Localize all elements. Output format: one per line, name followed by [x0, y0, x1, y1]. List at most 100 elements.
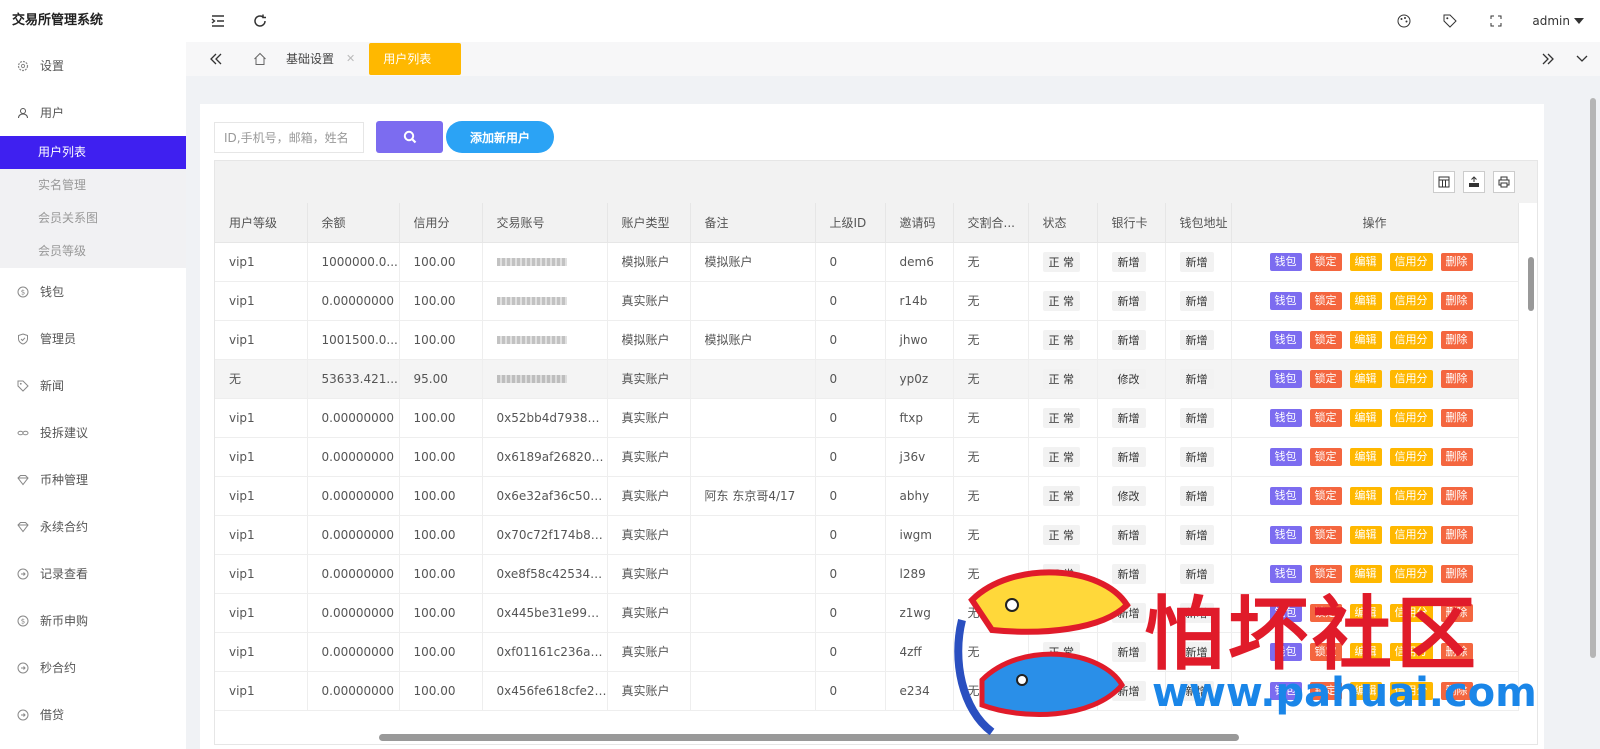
credit-action-button[interactable]: 信用分	[1389, 642, 1433, 661]
edit-action-button[interactable]: 编辑	[1349, 252, 1382, 271]
tab-basic-settings[interactable]: 基础设置 ✕	[272, 43, 369, 75]
wallet-chip[interactable]: 新增	[1179, 524, 1214, 545]
bank-chip[interactable]: 新增	[1111, 290, 1146, 311]
edit-action-button[interactable]: 编辑	[1349, 291, 1382, 310]
edit-action-button[interactable]: 编辑	[1349, 330, 1382, 349]
bank-chip[interactable]: 新增	[1111, 446, 1146, 467]
delete-action-button[interactable]: 删除	[1440, 408, 1473, 427]
delete-action-button[interactable]: 删除	[1440, 564, 1473, 583]
credit-action-button[interactable]: 信用分	[1389, 369, 1433, 388]
tabs-scroll-right-icon[interactable]	[1540, 51, 1556, 67]
delete-action-button[interactable]: 删除	[1440, 642, 1473, 661]
wallet-chip[interactable]: 新增	[1179, 251, 1214, 272]
delete-action-button[interactable]: 删除	[1440, 603, 1473, 622]
wallet-chip[interactable]: 新增	[1179, 329, 1214, 350]
credit-action-button[interactable]: 信用分	[1389, 291, 1433, 310]
wallet-chip[interactable]: 新增	[1179, 680, 1214, 701]
bank-chip[interactable]: 新增	[1111, 563, 1146, 584]
wallet-action-button[interactable]: 钱包	[1269, 564, 1302, 583]
credit-action-button[interactable]: 信用分	[1389, 564, 1433, 583]
edit-action-button[interactable]: 编辑	[1349, 408, 1382, 427]
admin-menu[interactable]: admin	[1532, 14, 1584, 28]
tabs-scroll-left-icon[interactable]	[208, 51, 224, 67]
wallet-action-button[interactable]: 钱包	[1269, 603, 1302, 622]
column-header[interactable]: 银行卡	[1097, 203, 1166, 243]
wallet-action-button[interactable]: 钱包	[1269, 330, 1302, 349]
delete-action-button[interactable]: 删除	[1440, 681, 1473, 700]
lock-action-button[interactable]: 锁定	[1309, 291, 1342, 310]
sidebar-item-currency[interactable]: 币种管理	[0, 456, 186, 503]
delete-action-button[interactable]: 删除	[1440, 369, 1473, 388]
delete-action-button[interactable]: 删除	[1440, 252, 1473, 271]
column-header[interactable]: 备注	[690, 203, 816, 243]
tag-icon[interactable]	[1442, 13, 1458, 29]
credit-action-button[interactable]: 信用分	[1389, 486, 1433, 505]
lock-action-button[interactable]: 锁定	[1309, 681, 1342, 700]
delete-action-button[interactable]: 删除	[1440, 291, 1473, 310]
column-header[interactable]: 用户等级	[215, 203, 308, 243]
wallet-chip[interactable]: 新增	[1179, 290, 1214, 311]
wallet-chip[interactable]: 新增	[1179, 446, 1214, 467]
export-icon[interactable]	[1463, 171, 1485, 193]
tab-user-list[interactable]: 用户列表	[369, 43, 462, 75]
bank-chip[interactable]: 新增	[1111, 602, 1146, 623]
sidebar-item-wallet[interactable]: $ 钱包	[0, 268, 186, 315]
credit-action-button[interactable]: 信用分	[1389, 330, 1433, 349]
wallet-action-button[interactable]: 钱包	[1269, 525, 1302, 544]
lock-action-button[interactable]: 锁定	[1309, 330, 1342, 349]
bank-chip[interactable]: 新增	[1111, 680, 1146, 701]
print-icon[interactable]	[1493, 171, 1515, 193]
wallet-chip[interactable]: 新增	[1179, 407, 1214, 428]
wallet-chip[interactable]: 新增	[1179, 602, 1214, 623]
lock-action-button[interactable]: 锁定	[1309, 252, 1342, 271]
column-header[interactable]: 信用分	[399, 203, 483, 243]
wallet-action-button[interactable]: 钱包	[1269, 642, 1302, 661]
page-scrollbar[interactable]	[1586, 88, 1600, 688]
wallet-chip[interactable]: 新增	[1179, 485, 1214, 506]
sidebar-item-second-contract[interactable]: 秒合约	[0, 644, 186, 691]
edit-action-button[interactable]: 编辑	[1349, 486, 1382, 505]
column-header[interactable]: 状态	[1028, 203, 1098, 243]
lock-action-button[interactable]: 锁定	[1309, 642, 1342, 661]
sidebar-item-records[interactable]: 记录查看	[0, 550, 186, 597]
column-header[interactable]: 钱包地址	[1165, 203, 1232, 243]
edit-action-button[interactable]: 编辑	[1349, 369, 1382, 388]
search-input[interactable]: ID,手机号，邮箱，姓名	[214, 121, 364, 153]
lock-action-button[interactable]: 锁定	[1309, 564, 1342, 583]
column-header[interactable]: 交易账号	[482, 203, 608, 243]
wallet-chip[interactable]: 新增	[1179, 641, 1214, 662]
bank-chip[interactable]: 新增	[1111, 329, 1146, 350]
sidebar-item-feedback[interactable]: 投拆建议	[0, 409, 186, 456]
credit-action-button[interactable]: 信用分	[1389, 681, 1433, 700]
submenu-member-graph[interactable]: 会员关系图	[0, 202, 186, 235]
bank-chip[interactable]: 新增	[1111, 524, 1146, 545]
bank-chip[interactable]: 修改	[1111, 368, 1146, 389]
wallet-action-button[interactable]: 钱包	[1269, 408, 1302, 427]
theme-icon[interactable]	[1396, 13, 1412, 29]
credit-action-button[interactable]: 信用分	[1389, 252, 1433, 271]
sidebar-item-admin[interactable]: 管理员	[0, 315, 186, 362]
lock-action-button[interactable]: 锁定	[1309, 408, 1342, 427]
edit-action-button[interactable]: 编辑	[1349, 681, 1382, 700]
sidebar-item-settings[interactable]: 设置	[0, 42, 186, 89]
menu-fold-icon[interactable]	[210, 13, 226, 29]
delete-action-button[interactable]: 删除	[1440, 330, 1473, 349]
delete-action-button[interactable]: 删除	[1440, 447, 1473, 466]
chevron-down-icon[interactable]	[1574, 51, 1590, 67]
refresh-icon[interactable]	[252, 13, 268, 29]
credit-action-button[interactable]: 信用分	[1389, 447, 1433, 466]
submenu-member-level[interactable]: 会员等级	[0, 235, 186, 268]
bank-chip[interactable]: 修改	[1111, 485, 1146, 506]
wallet-action-button[interactable]: 钱包	[1269, 486, 1302, 505]
sidebar-item-loan[interactable]: 借贷	[0, 691, 186, 738]
bank-chip[interactable]: 新增	[1111, 407, 1146, 428]
fullscreen-icon[interactable]	[1488, 13, 1504, 29]
edit-action-button[interactable]: 编辑	[1349, 603, 1382, 622]
table-horizontal-scrollbar[interactable]	[215, 730, 1521, 744]
wallet-action-button[interactable]: 钱包	[1269, 447, 1302, 466]
column-header[interactable]: 交割合...	[953, 203, 1029, 243]
close-icon[interactable]: ✕	[346, 43, 355, 75]
wallet-action-button[interactable]: 钱包	[1269, 681, 1302, 700]
sidebar-item-ipo[interactable]: $ 新币申购	[0, 597, 186, 644]
bank-chip[interactable]: 新增	[1111, 251, 1146, 272]
